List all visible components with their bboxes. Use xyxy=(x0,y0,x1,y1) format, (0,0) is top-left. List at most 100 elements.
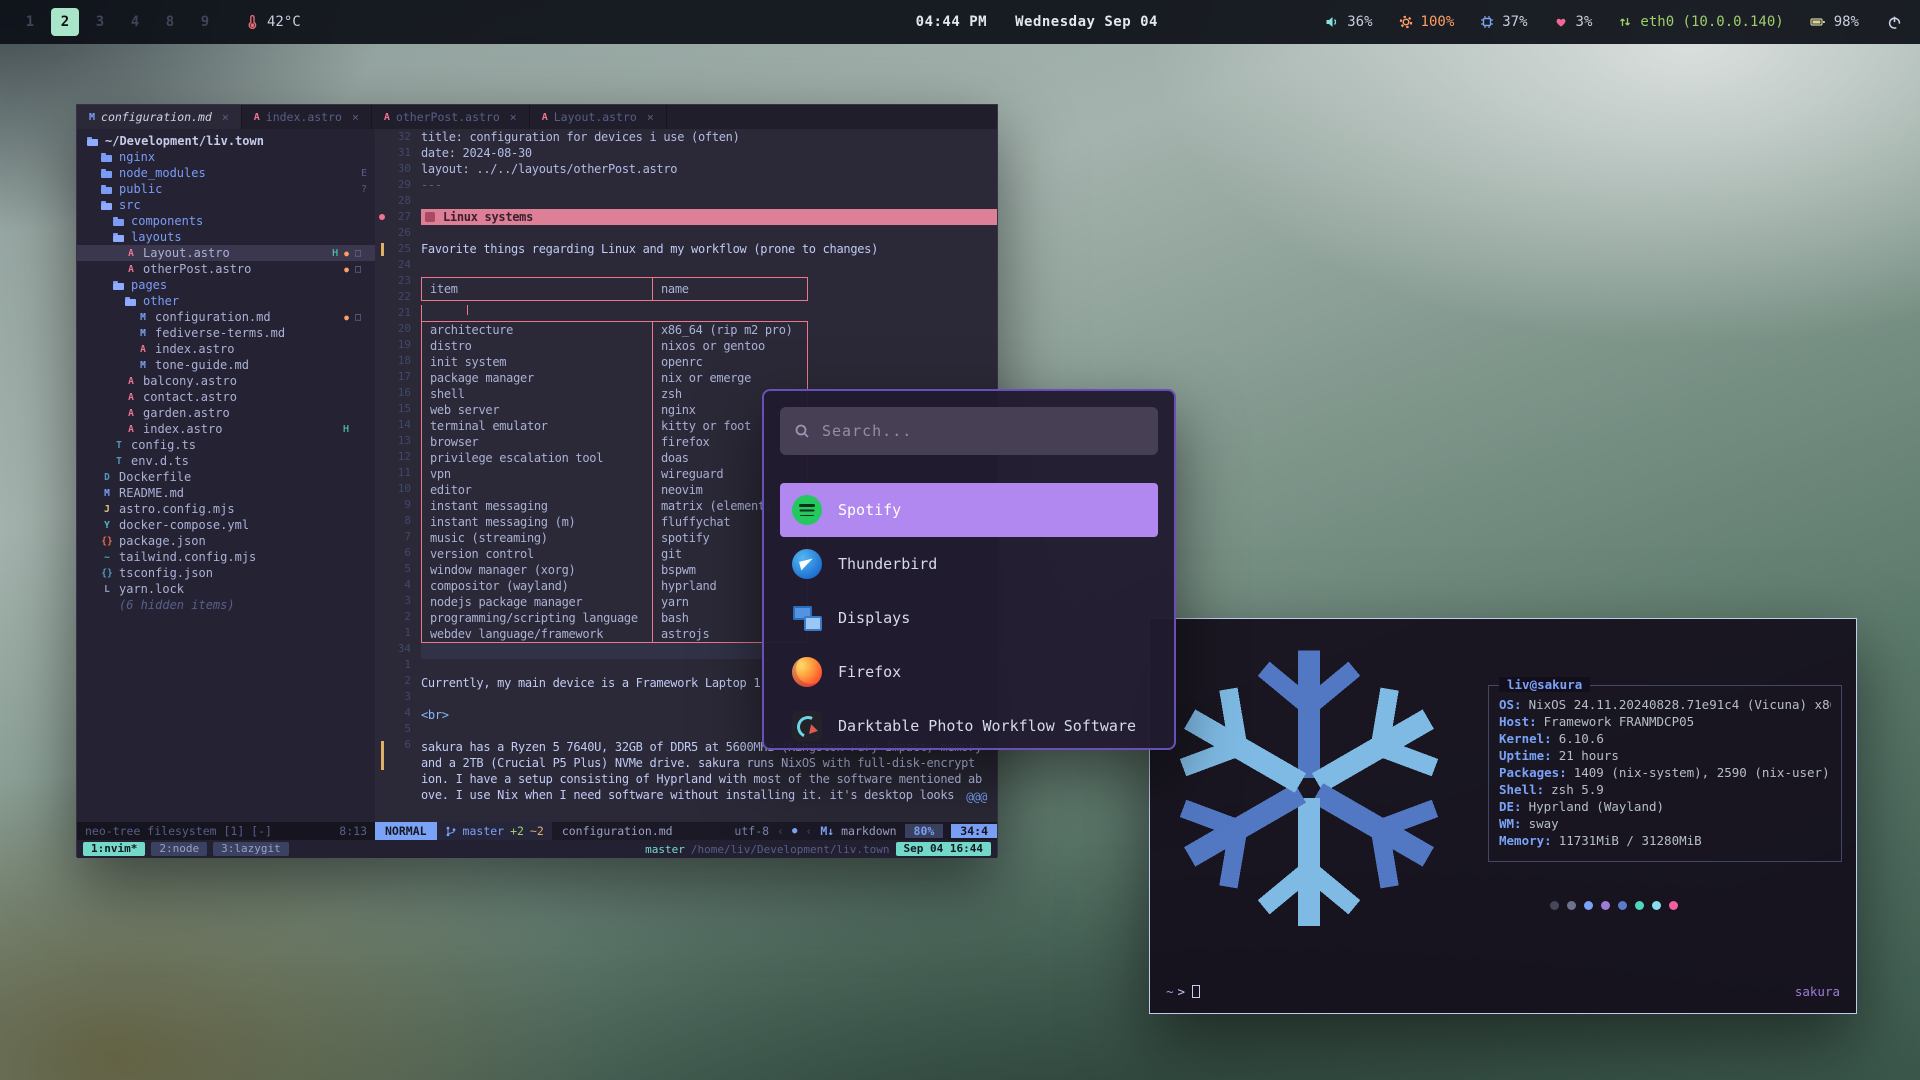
network-module[interactable]: eth0 (10.0.0.140) xyxy=(1618,14,1783,30)
palette-dot xyxy=(1550,901,1559,910)
table-row: architecture x86_64 (rip m2 pro) xyxy=(422,322,807,338)
tree-item[interactable]: ~ tailwind.config.mjs xyxy=(77,549,375,565)
tree-item[interactable]: src xyxy=(77,197,375,213)
editor-tab[interactable]: M configuration.md × xyxy=(77,105,242,129)
tree-item[interactable]: public ? xyxy=(77,181,375,197)
launcher-item[interactable]: Thunderbird xyxy=(780,537,1158,591)
table-cell-item: programming/scripting language xyxy=(422,610,652,626)
editor-tabline: M configuration.md × A index.astro × A o… xyxy=(77,105,997,129)
tmux-window-node[interactable]: 2:node xyxy=(151,842,207,856)
memory-module[interactable]: 3% xyxy=(1554,14,1593,30)
workspace-button[interactable]: 2 xyxy=(51,8,79,36)
workspace-button[interactable]: 3 xyxy=(86,8,114,36)
tree-item[interactable]: T config.ts xyxy=(77,437,375,453)
power-icon xyxy=(1887,15,1902,30)
battery-module[interactable]: 98% xyxy=(1810,14,1859,30)
html-tag: <br> xyxy=(421,708,449,722)
tree-item[interactable]: Y docker-compose.yml xyxy=(77,517,375,533)
tree-item[interactable]: M fediverse-terms.md xyxy=(77,325,375,341)
neotree-status-segment: neo-tree filesystem [1] [-] 8:13 xyxy=(77,822,375,840)
editor-tab[interactable]: A otherPost.astro × xyxy=(372,105,530,129)
workspace-button[interactable]: 1 xyxy=(16,8,44,36)
table-cell-item: webdev language/framework xyxy=(422,626,652,642)
tree-item[interactable]: J astro.config.mjs xyxy=(77,501,375,517)
tree-item[interactable]: pages xyxy=(77,277,375,293)
fetch-info-row: Shell:zsh 5.9 xyxy=(1499,781,1831,798)
tree-item[interactable]: T env.d.ts xyxy=(77,453,375,469)
table-row: editor neovim xyxy=(422,482,807,498)
tree-item[interactable]: components xyxy=(77,213,375,229)
file-icon: T xyxy=(111,438,127,452)
tree-item-label: src xyxy=(119,198,141,212)
unstaged-badge: □ xyxy=(355,248,361,259)
brightness-value: 100% xyxy=(1421,14,1455,30)
cpu-module[interactable]: 37% xyxy=(1480,14,1527,30)
git-change-sign xyxy=(381,741,384,770)
tree-item[interactable]: ~/Development/liv.town xyxy=(77,133,375,149)
tree-item[interactable]: A contact.astro xyxy=(77,389,375,405)
tree-item[interactable]: A Layout.astro H ● □ xyxy=(77,245,375,261)
tree-item[interactable]: layouts xyxy=(77,229,375,245)
tab-close-icon[interactable]: × xyxy=(647,110,654,124)
editor-tab[interactable]: A Layout.astro × xyxy=(530,105,667,129)
tab-close-icon[interactable]: × xyxy=(352,110,359,124)
temperature-module: 42°C xyxy=(245,14,301,30)
tree-item[interactable]: nginx xyxy=(77,149,375,165)
tree-item[interactable]: M tone-guide.md xyxy=(77,357,375,373)
shell-prompt[interactable]: ~> xyxy=(1166,984,1200,999)
status-letter-badge: E xyxy=(361,168,367,179)
fetch-terminal[interactable]: liv@sakura OS:NixOS 24.11.20240828.71e91… xyxy=(1149,618,1857,1014)
heading-text: Linux systems xyxy=(443,209,533,225)
tmux-window-nvim[interactable]: 1:nvim* xyxy=(83,842,145,856)
app-icon xyxy=(792,495,822,525)
tab-close-icon[interactable]: × xyxy=(222,110,229,124)
tree-item[interactable]: {} tsconfig.json xyxy=(77,565,375,581)
workspace-button[interactable]: 9 xyxy=(191,8,219,36)
tree-item[interactable]: L yarn.lock xyxy=(77,581,375,597)
file-icon: Y xyxy=(99,518,115,532)
tree-item[interactable]: A garden.astro xyxy=(77,405,375,421)
tree-item[interactable]: node_modules E xyxy=(77,165,375,181)
tmux-window-lazygit[interactable]: 3:lazygit xyxy=(213,842,289,856)
launcher-item[interactable]: Spotify xyxy=(780,483,1158,537)
power-button[interactable] xyxy=(1885,13,1904,32)
fetch-info-value: sway xyxy=(1529,816,1559,831)
editor-tab[interactable]: A index.astro × xyxy=(242,105,372,129)
table-row: nodejs package manager yarn xyxy=(422,594,807,610)
workspace-button[interactable]: 4 xyxy=(121,8,149,36)
buffer-overflow-marker: @@@ xyxy=(966,789,987,805)
tab-close-icon[interactable]: × xyxy=(510,110,517,124)
table-cell-item: distro xyxy=(422,338,652,354)
brightness-module[interactable]: 100% xyxy=(1399,14,1455,30)
neotree-status-text: neo-tree filesystem [1] [-] xyxy=(85,824,272,838)
launcher-item[interactable]: Firefox xyxy=(780,645,1158,699)
file-icon: A xyxy=(123,422,139,436)
tree-item[interactable]: M configuration.md ● □ xyxy=(77,309,375,325)
tree-item[interactable]: A otherPost.astro ● □ xyxy=(77,261,375,277)
heart-icon xyxy=(1554,15,1568,29)
tree-item[interactable]: A index.astro xyxy=(77,341,375,357)
modified-dot-badge: ● xyxy=(344,249,349,258)
fetch-info-value: 1409 (nix-system), 2590 (nix-user) xyxy=(1574,765,1830,780)
table-cell-item: web server xyxy=(422,402,652,418)
tree-item[interactable]: (6 hidden items) xyxy=(77,597,375,613)
volume-module[interactable]: 36% xyxy=(1325,14,1372,30)
launcher-item[interactable]: Darktable Photo Workflow Software xyxy=(780,699,1158,750)
tree-item[interactable]: other xyxy=(77,293,375,309)
file-icon xyxy=(123,294,139,308)
file-icon: A xyxy=(123,246,139,260)
prompt-path: ~ xyxy=(1166,984,1174,999)
tree-item-label: tsconfig.json xyxy=(119,566,213,580)
tree-item[interactable]: M README.md xyxy=(77,485,375,501)
table-cell-item: window manager (xorg) xyxy=(422,562,652,578)
workspace-button[interactable]: 8 xyxy=(156,8,184,36)
tree-item[interactable]: D Dockerfile xyxy=(77,469,375,485)
launcher-search[interactable]: Search... xyxy=(780,407,1158,455)
git-branch-icon xyxy=(445,825,457,838)
table-row: package manager nix or emerge xyxy=(422,370,807,386)
tree-item[interactable]: {} package.json xyxy=(77,533,375,549)
tree-item[interactable]: A index.astro H xyxy=(77,421,375,437)
file-icon: L xyxy=(99,582,115,596)
tree-item[interactable]: A balcony.astro xyxy=(77,373,375,389)
launcher-item[interactable]: Displays xyxy=(780,591,1158,645)
